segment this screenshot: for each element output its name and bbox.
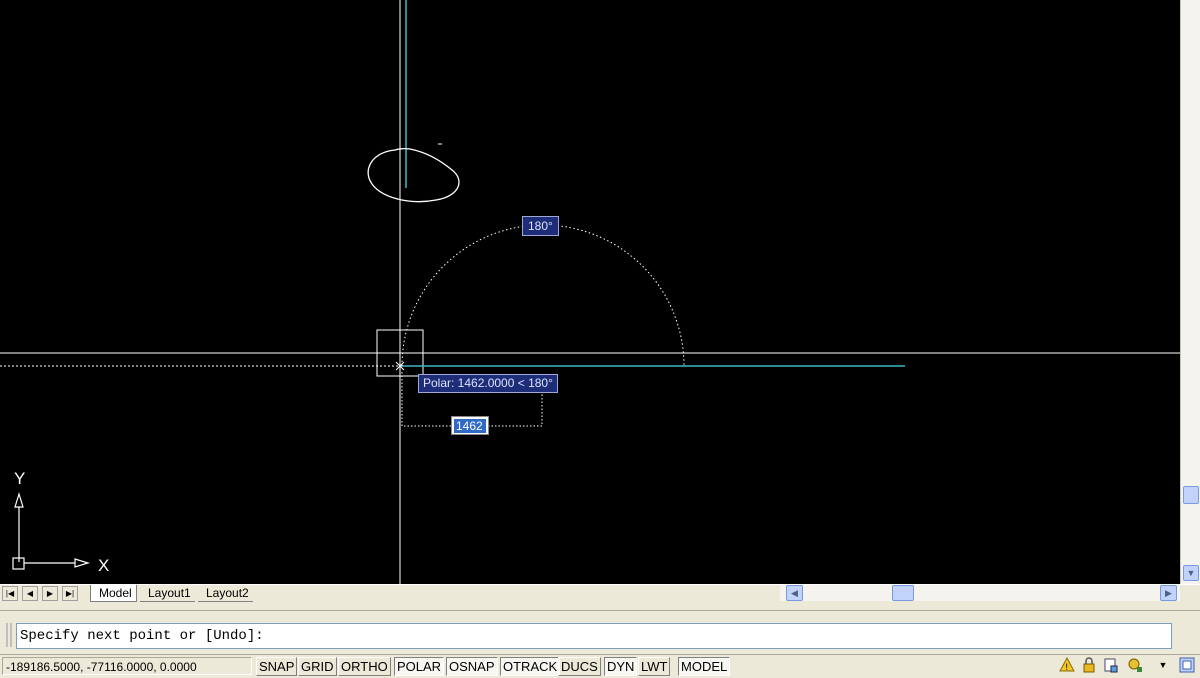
command-prompt-line[interactable]: Specify next point or [Undo]:	[16, 623, 1172, 649]
drawing-area[interactable]: Y X 180° Polar: 1462.0000 < 180° 1462	[0, 0, 1180, 584]
angle-arc	[401, 224, 685, 367]
ortho-toggle[interactable]: ORTHO	[338, 657, 391, 676]
lwt-toggle[interactable]: LWT	[638, 657, 671, 676]
tab-layout2[interactable]: Layout2	[198, 585, 253, 602]
model-toggle[interactable]: MODEL	[678, 657, 731, 676]
ducs-toggle[interactable]: DUCS	[558, 657, 601, 676]
ucs-y-label: Y	[14, 469, 25, 488]
coordinate-display[interactable]: -189186.5000, -77116.0000, 0.0000	[2, 657, 252, 675]
drawing-canvas[interactable]: Y X	[0, 0, 1180, 584]
clean-screen-icon[interactable]	[1178, 657, 1196, 674]
dynamic-length-input[interactable]: 1462	[451, 416, 489, 435]
xref-icon[interactable]	[1102, 657, 1120, 674]
annotation-icon[interactable]	[1126, 657, 1144, 674]
tab-model[interactable]: Model	[90, 585, 137, 602]
scroll-left-icon[interactable]: ◀	[786, 585, 803, 601]
grid-toggle[interactable]: GRID	[298, 657, 337, 676]
tab-layout1[interactable]: Layout1	[140, 585, 195, 602]
dyn-toggle[interactable]: DYN	[604, 657, 638, 676]
command-window-grip[interactable]	[6, 623, 12, 647]
vertical-scroll-thumb[interactable]	[1183, 486, 1199, 504]
horizontal-scroll-thumb[interactable]	[892, 585, 914, 601]
osnap-toggle[interactable]: OSNAP	[446, 657, 498, 676]
length-input-value[interactable]: 1462	[454, 419, 486, 433]
first-tab-icon[interactable]: |◀	[2, 586, 18, 601]
horizontal-scrollbar[interactable]: ◀ ▶	[780, 585, 1180, 601]
comm-center-icon[interactable]: !	[1058, 656, 1076, 674]
next-tab-icon[interactable]: ▶	[42, 586, 58, 601]
vertical-scrollbar[interactable]: ▼	[1180, 0, 1200, 584]
otrack-toggle[interactable]: OTRACK	[500, 657, 561, 676]
command-window: Specify next point or [Undo]:	[0, 610, 1200, 652]
svg-text:!: !	[1066, 662, 1069, 672]
ucs-icon: Y X	[12, 469, 109, 575]
polar-toggle[interactable]: POLAR	[394, 657, 445, 676]
ucs-x-label: X	[98, 556, 109, 575]
drawn-freehand-shape[interactable]	[367, 147, 460, 203]
polar-tracking-tooltip: Polar: 1462.0000 < 180°	[418, 374, 558, 393]
dropdown-arrow-icon[interactable]: ▼	[1154, 657, 1172, 674]
scroll-right-icon[interactable]: ▶	[1160, 585, 1177, 601]
status-bar: -189186.5000, -77116.0000, 0.0000 SNAP G…	[0, 654, 1200, 676]
dynamic-angle-tooltip: 180°	[522, 216, 559, 236]
last-tab-icon[interactable]: ▶|	[62, 586, 78, 601]
snap-toggle[interactable]: SNAP	[256, 657, 298, 676]
prev-tab-icon[interactable]: ◀	[22, 586, 38, 601]
lock-icon[interactable]	[1080, 657, 1098, 674]
scroll-down-icon[interactable]: ▼	[1183, 565, 1199, 581]
